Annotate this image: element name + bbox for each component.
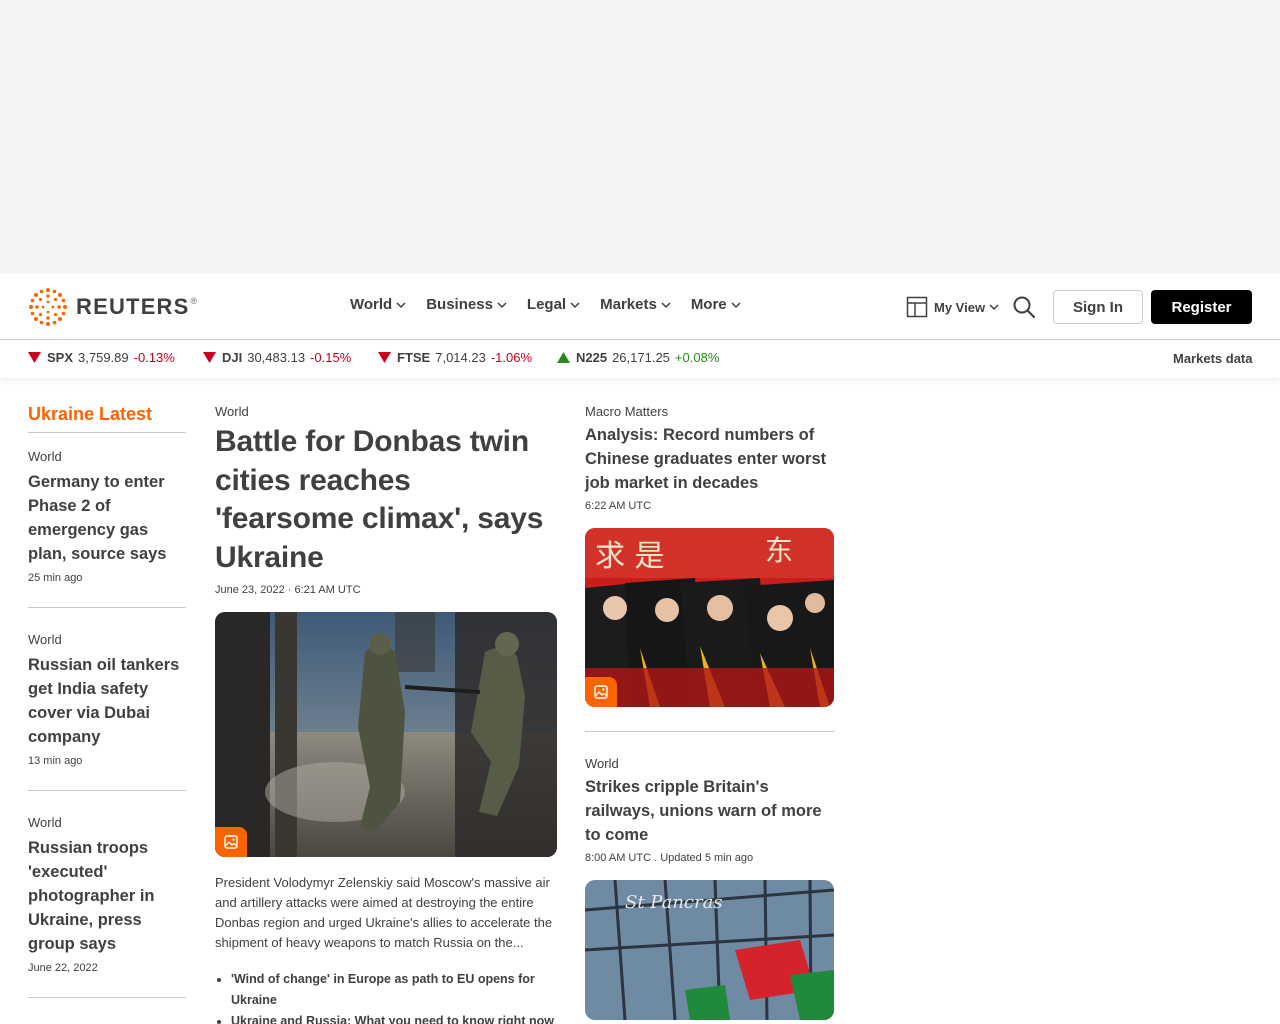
main-nav: World Business Legal Markets More xyxy=(350,296,761,313)
story-kicker[interactable]: World xyxy=(28,815,186,830)
reuters-dots-icon xyxy=(29,288,67,326)
list-item[interactable]: World Strikes cripple Britain's railways… xyxy=(585,756,835,864)
story-time: 6:22 AM UTC xyxy=(585,500,652,512)
reuters-logo[interactable]: REUTERS ® xyxy=(28,288,197,326)
image-icon xyxy=(594,685,608,699)
story-time: June 22, 2022 xyxy=(28,962,98,974)
ticker-item-n225[interactable]: N225 26,171.25 +0.08% xyxy=(557,350,719,365)
related-links: 'Wind of change' in Europe as path to EU… xyxy=(215,969,557,1024)
nav-item-markets[interactable]: Markets xyxy=(600,296,671,313)
nav-item-label: Markets xyxy=(600,296,657,313)
ticker-change: -0.15% xyxy=(310,350,352,365)
story-date: June 23, 2022 · 6:21 AM UTC xyxy=(215,584,361,596)
list-item[interactable]: World Germany to enter Phase 2 of emerge… xyxy=(28,433,186,608)
story-headline[interactable]: Strikes cripple Britain's railways, unio… xyxy=(585,775,835,847)
gallery-badge xyxy=(215,827,247,857)
strike-photo[interactable]: St Pancras xyxy=(585,880,834,1020)
arrow-up-icon xyxy=(557,352,570,363)
list-item[interactable]: World Russian troops 'executed' photogra… xyxy=(28,791,186,998)
story-time: 25 min ago xyxy=(28,572,83,584)
soldiers-photo xyxy=(215,612,557,857)
chevron-down-icon xyxy=(661,301,671,308)
my-view-label: My View xyxy=(934,299,986,315)
ticker-item-dji[interactable]: DJI 30,483.13 -0.15% xyxy=(203,350,351,365)
station-image: St Pancras xyxy=(585,880,834,1020)
chevron-down-icon xyxy=(731,301,741,308)
svg-text:求 是: 求 是 xyxy=(595,539,665,574)
related-link[interactable]: 'Wind of change' in Europe as path to EU… xyxy=(231,969,557,1011)
story-kicker[interactable]: Macro Matters xyxy=(585,404,835,419)
section-title[interactable]: Ukraine Latest xyxy=(28,404,186,433)
divider xyxy=(585,731,835,732)
site-header: REUTERS ® World Business Legal Markets M… xyxy=(0,274,1280,340)
story-kicker[interactable]: World xyxy=(215,404,557,419)
related-link[interactable]: Ukraine and Russia: What you need to kno… xyxy=(231,1011,557,1024)
list-item[interactable]: World Russian oil tankers get India safe… xyxy=(28,608,186,791)
nav-item-business[interactable]: Business xyxy=(426,296,507,313)
layout-icon xyxy=(906,296,928,318)
ticker-symbol: FTSE xyxy=(397,350,431,365)
ticker-value: 26,171.25 xyxy=(612,350,670,365)
arrow-down-icon xyxy=(378,352,391,363)
ticker-symbol: DJI xyxy=(222,350,243,365)
nav-item-more[interactable]: More xyxy=(691,296,741,313)
sign-in-button[interactable]: Sign In xyxy=(1053,290,1143,324)
my-view-menu[interactable]: My View xyxy=(906,296,999,318)
story-time: 13 min ago xyxy=(28,755,83,767)
graduates-image: 求 是 东 xyxy=(585,528,834,707)
ticker-item-spx[interactable]: SPX 3,759.89 -0.13% xyxy=(28,350,175,365)
ticker-change: -1.06% xyxy=(490,350,533,365)
search-icon[interactable] xyxy=(1012,295,1036,319)
ticker-symbol: SPX xyxy=(47,350,74,365)
story-summary: President Volodymyr Zelenskiy said Mosco… xyxy=(215,875,553,950)
story-headline[interactable]: Analysis: Record numbers of Chinese grad… xyxy=(585,423,835,495)
lead-headline[interactable]: Battle for Donbas twin cities reaches 'f… xyxy=(215,423,557,577)
ticker-item-ftse[interactable]: FTSE 7,014.23 -1.06% xyxy=(378,350,532,365)
story-headline[interactable]: Russian oil tankers get India safety cov… xyxy=(28,653,186,749)
nav-item-world[interactable]: World xyxy=(350,296,406,313)
ticker-value: 30,483.13 xyxy=(247,350,306,365)
svg-text:东: 东 xyxy=(765,534,793,567)
registered-mark: ® xyxy=(190,296,198,306)
ukraine-latest-section: Ukraine Latest World Germany to enter Ph… xyxy=(28,404,186,998)
ticker-value: 3,759.89 xyxy=(78,350,129,365)
svg-text:St Pancras: St Pancras xyxy=(625,892,723,913)
ticker-change: -0.13% xyxy=(133,350,175,365)
markets-data-link[interactable]: Markets data xyxy=(1173,351,1252,366)
chevron-down-icon xyxy=(989,304,999,311)
nav-item-legal[interactable]: Legal xyxy=(527,296,580,313)
story-kicker[interactable]: World xyxy=(28,449,186,464)
chevron-down-icon xyxy=(497,301,507,308)
chevron-down-icon xyxy=(570,301,580,308)
ticker-symbol: N225 xyxy=(576,350,608,365)
register-button[interactable]: Register xyxy=(1151,290,1252,324)
market-ticker: SPX 3,759.89 -0.13% DJI 30,483.13 -0.15%… xyxy=(0,340,1280,378)
arrow-down-icon xyxy=(203,352,216,363)
story-kicker[interactable]: World xyxy=(28,632,186,647)
story-headline[interactable]: Germany to enter Phase 2 of emergency ga… xyxy=(28,470,186,566)
lead-photo[interactable] xyxy=(215,612,557,857)
nav-item-label: Legal xyxy=(526,296,567,313)
story-headline[interactable]: Russian troops 'executed' photographer i… xyxy=(28,836,186,956)
graduates-photo[interactable]: 求 是 东 xyxy=(585,528,834,707)
arrow-down-icon xyxy=(28,352,41,363)
lead-story: World Battle for Donbas twin cities reac… xyxy=(215,404,557,1024)
ticker-value: 7,014.23 xyxy=(435,350,486,365)
ticker-change: +0.08% xyxy=(674,350,720,365)
brand-name: REUTERS xyxy=(76,294,190,319)
story-kicker[interactable]: World xyxy=(585,756,835,771)
nav-item-label: World xyxy=(350,296,393,313)
chevron-down-icon xyxy=(396,301,406,308)
story-time: 8:00 AM UTC . Updated 5 min ago xyxy=(585,852,754,864)
gallery-badge xyxy=(585,677,617,707)
right-stories: Macro Matters Analysis: Record numbers o… xyxy=(585,404,835,1020)
nav-item-label: More xyxy=(690,296,727,313)
ad-space xyxy=(0,0,1280,274)
nav-item-label: Business xyxy=(426,296,493,313)
image-icon xyxy=(224,835,238,849)
